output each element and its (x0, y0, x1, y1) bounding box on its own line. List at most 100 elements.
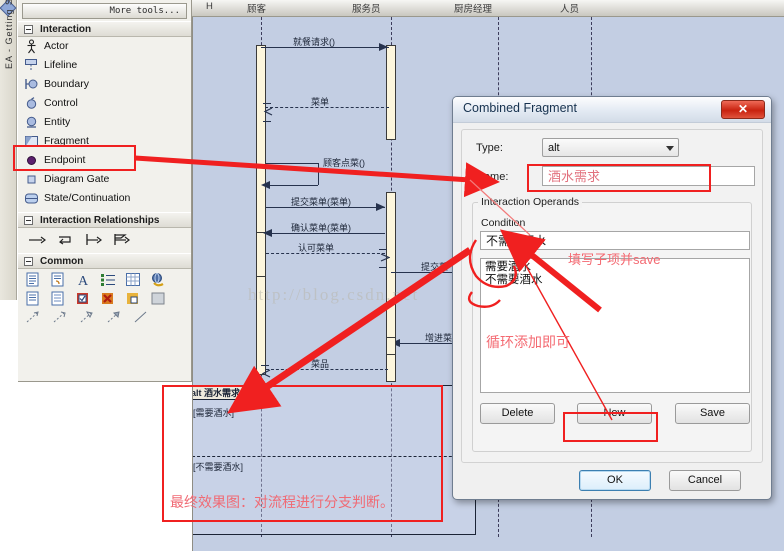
name-input[interactable]: 酒水需求 (542, 166, 755, 186)
activation-customer[interactable] (256, 45, 266, 375)
tool-label: Fragment (44, 135, 89, 147)
tool-label: Entity (44, 116, 71, 128)
condition-input[interactable]: 不需要酒水 (480, 231, 750, 250)
type-label: Type: (476, 142, 503, 154)
combined-fragment-dialog[interactable]: Combined Fragment ✕ Type: alt Name: 酒水需求… (452, 96, 772, 500)
message-arrowhead-1 (263, 103, 273, 122)
fragment-operator-tag: alt 酒水需求 (193, 386, 262, 400)
idea-doc-icon[interactable] (125, 291, 141, 306)
condition-value: 不需要酒水 (486, 234, 547, 248)
image-icon[interactable] (150, 291, 166, 306)
self-message-right (318, 163, 319, 185)
document-plain-icon[interactable] (50, 291, 66, 306)
dialog-title: Combined Fragment (463, 101, 577, 115)
control-icon (24, 96, 39, 111)
message-arrowhead-3 (376, 203, 385, 211)
actor-icon (24, 39, 39, 54)
common-icon-row-1: A (18, 269, 191, 289)
message-label-5: 认可菜单 (298, 243, 335, 253)
message-label-0: 就餐请求() (293, 37, 335, 47)
section-label: Interaction Relationships (40, 215, 160, 226)
tool-item-fragment[interactable]: Fragment (18, 132, 191, 151)
entity-icon (24, 115, 39, 130)
result-combined-fragment[interactable]: alt 酒水需求 [需要酒水] [不需要酒水] (193, 385, 477, 535)
message-arrow-icon[interactable] (28, 232, 46, 247)
table-icon[interactable] (125, 272, 141, 287)
more-tools-button[interactable]: More tools... (22, 3, 187, 19)
header-label-4: 人员 (560, 4, 580, 15)
ea-tab-label: EA - Getting Started (4, 0, 14, 69)
tool-item-state-continuation[interactable]: State/Continuation (18, 189, 191, 208)
activation-waiter-1[interactable] (386, 45, 396, 140)
tool-label: Boundary (44, 78, 89, 90)
ea-getting-started-tab[interactable]: EA - Getting Started (0, 0, 17, 300)
note-icon[interactable] (25, 272, 41, 287)
type-dropdown[interactable]: alt (542, 138, 679, 157)
list-icon[interactable] (100, 272, 116, 287)
fragment-icon (24, 134, 39, 149)
dialog-body: Type: alt Name: 酒水需求 Interaction Operand… (453, 123, 771, 499)
self-message-arrowhead (261, 181, 270, 189)
cancel-doc-icon[interactable] (100, 291, 116, 306)
message-label-1: 菜单 (311, 97, 330, 107)
tool-label: Control (44, 97, 78, 109)
activation-customer-nested[interactable] (256, 232, 266, 277)
dialog-content-group: Type: alt Name: 酒水需求 Interaction Operand… (461, 129, 763, 463)
dialog-titlebar[interactable]: Combined Fragment ✕ (453, 97, 771, 123)
condition-label: Condition (481, 217, 526, 229)
collapse-icon[interactable] (24, 216, 33, 225)
toolbox-section-interaction[interactable]: Interaction (18, 21, 191, 37)
activation-waiter-3[interactable] (386, 337, 396, 355)
cancel-button[interactable]: Cancel (669, 470, 741, 491)
section-label: Interaction (40, 24, 92, 35)
header-label-3: 厨房经理 (454, 4, 493, 15)
tool-item-control[interactable]: Control (18, 94, 191, 113)
toolbox-section-interaction-relationships[interactable]: Interaction Relationships (18, 212, 191, 228)
collapse-icon[interactable] (24, 257, 33, 266)
tool-item-diagram-gate[interactable]: Diagram Gate (18, 170, 191, 189)
interaction-operands-title: Interaction Operands (478, 196, 583, 208)
gate-message-icon[interactable] (84, 232, 102, 247)
fragment-divider (193, 456, 477, 457)
list-item[interactable]: 需要酒水 (481, 261, 749, 274)
save-button[interactable]: Save (675, 403, 750, 424)
header-label-1: 顾客 (247, 4, 267, 15)
tool-item-actor[interactable]: Actor (18, 37, 191, 56)
new-button[interactable]: New (577, 403, 652, 424)
note-link-icon[interactable] (50, 272, 66, 287)
header-label-2: 服务员 (352, 4, 381, 15)
tool-label: State/Continuation (44, 192, 131, 204)
trace3-icon[interactable] (79, 310, 95, 325)
close-icon[interactable]: ✕ (721, 100, 765, 119)
checkbox-icon[interactable] (75, 291, 91, 306)
tool-item-endpoint[interactable]: Endpoint (18, 151, 191, 170)
message-label-7: 增进菜 (425, 333, 453, 343)
self-message-icon[interactable] (56, 232, 71, 247)
tool-item-entity[interactable]: Entity (18, 113, 191, 132)
document-icon[interactable] (25, 291, 41, 306)
flag-message-icon[interactable] (112, 232, 130, 247)
message-arrowhead-4 (263, 229, 272, 237)
trace-icon[interactable] (25, 310, 41, 325)
ok-button[interactable]: OK (579, 470, 651, 491)
toolbox-section-common[interactable]: Common (18, 253, 191, 269)
chevron-down-icon[interactable] (666, 146, 674, 151)
trace4-icon[interactable] (106, 310, 122, 325)
tool-label: Diagram Gate (44, 173, 110, 185)
message-label-3: 提交菜单(菜单) (291, 197, 351, 207)
tool-item-lifeline[interactable]: Lifeline (18, 56, 191, 75)
tool-label: Lifeline (44, 59, 78, 71)
delete-button[interactable]: Delete (480, 403, 555, 424)
text-icon[interactable]: A (75, 272, 91, 289)
list-item[interactable]: 不需要酒水 (481, 274, 749, 287)
diagram-gate-icon (24, 172, 39, 187)
boundary-icon (24, 77, 39, 92)
trace2-icon[interactable] (52, 310, 68, 325)
fragment-guard-top: [需要酒水] (193, 408, 235, 418)
collapse-icon[interactable] (24, 25, 33, 34)
connector-icon[interactable] (133, 310, 149, 325)
common-icon-row-2 (18, 288, 191, 307)
tool-item-boundary[interactable]: Boundary (18, 75, 191, 94)
operand-listbox[interactable]: 需要酒水 不需要酒水 (480, 258, 750, 393)
web-icon[interactable] (150, 272, 166, 287)
